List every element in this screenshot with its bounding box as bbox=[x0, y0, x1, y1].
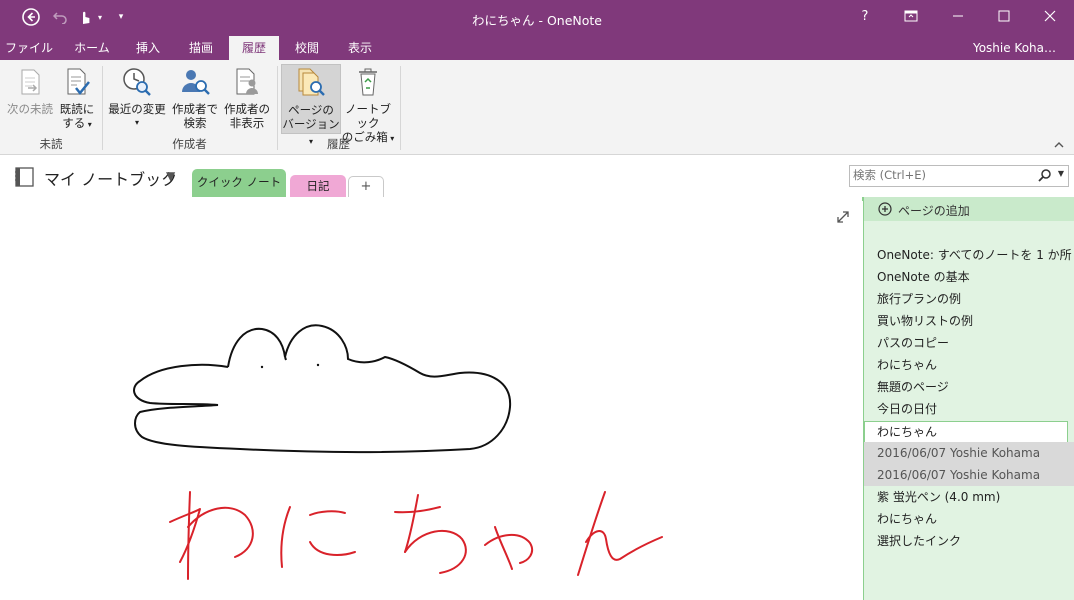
add-section-button[interactable]: + bbox=[348, 176, 384, 197]
crocodile-ink-drawing bbox=[133, 324, 512, 453]
tab-view[interactable]: 表示 bbox=[335, 36, 385, 60]
close-button[interactable] bbox=[1027, 0, 1073, 32]
notebook-dropdown-icon[interactable]: ▼ bbox=[166, 169, 175, 183]
tab-insert[interactable]: 挿入 bbox=[122, 36, 174, 60]
page-item[interactable]: OneNote の基本 bbox=[864, 266, 1074, 288]
recycle-bin-button[interactable]: ノートブック のごみ箱 ▾ bbox=[340, 64, 396, 144]
maximize-button[interactable] bbox=[981, 0, 1027, 32]
next-unread-button[interactable]: 次の未読 bbox=[4, 64, 56, 134]
group-label-unread: 未読 bbox=[39, 137, 63, 151]
mark-read-dropdown-icon: ▾ bbox=[85, 120, 92, 129]
page-item[interactable]: 選択したインク bbox=[864, 530, 1074, 552]
page-versions-button[interactable]: ページの バージョン ▾ bbox=[281, 64, 341, 146]
group-label-history: 履歴 bbox=[327, 137, 350, 151]
tab-home[interactable]: ホーム bbox=[64, 36, 120, 60]
user-name[interactable]: Yoshie Koha… bbox=[973, 36, 1056, 60]
group-label-authors: 作成者 bbox=[172, 137, 207, 151]
recycle-bin-label-1: ノートブック bbox=[345, 102, 391, 130]
recent-edits-label: 最近の変更 bbox=[108, 102, 166, 116]
mark-read-label-2: する bbox=[62, 116, 86, 130]
search-input[interactable] bbox=[850, 166, 1033, 184]
find-by-author-label-2: 検索 bbox=[183, 116, 207, 130]
section-tab-diary[interactable]: 日記 bbox=[290, 175, 346, 197]
page-versions-label-2: バージョン bbox=[282, 117, 340, 131]
tab-file[interactable]: ファイル bbox=[0, 36, 58, 60]
crocodile-eye bbox=[260, 365, 264, 369]
title-bar: ▾ ▾ わにちゃん - OneNote ? bbox=[0, 0, 1074, 36]
recent-edits-icon bbox=[121, 66, 153, 98]
mark-read-button[interactable]: 既読に する ▾ bbox=[56, 64, 98, 134]
search-icon[interactable] bbox=[1038, 168, 1052, 185]
next-unread-label: 次の未読 bbox=[7, 102, 53, 116]
hide-authors-icon bbox=[231, 66, 263, 98]
page-canvas[interactable] bbox=[0, 197, 862, 600]
search-scope-dropdown-icon[interactable]: ▼ bbox=[1058, 169, 1064, 178]
page-item[interactable]: 無題のページ bbox=[864, 376, 1074, 398]
recycle-bin-icon bbox=[352, 66, 384, 98]
recent-edits-dropdown-icon: ▾ bbox=[134, 118, 139, 127]
next-unread-icon bbox=[14, 66, 46, 98]
find-by-author-icon bbox=[179, 66, 211, 98]
search-box[interactable]: ▼ bbox=[849, 165, 1069, 187]
page-item[interactable]: OneNote: すべてのノートを 1 か所 bbox=[864, 244, 1074, 266]
ribbon-separator bbox=[400, 66, 401, 150]
page-versions-label-1: ページの bbox=[288, 103, 334, 117]
page-item[interactable]: 今日の日付 bbox=[864, 398, 1074, 420]
hide-authors-label-1: 作成者の bbox=[224, 102, 270, 116]
page-version-item[interactable]: 2016/06/07 Yoshie Kohama bbox=[864, 442, 1074, 464]
page-versions-icon bbox=[295, 67, 327, 99]
crocodile-eye bbox=[316, 363, 320, 367]
help-button[interactable]: ? bbox=[842, 0, 888, 32]
handwriting-ink bbox=[169, 491, 663, 580]
add-page-label: ページの追加 bbox=[898, 204, 970, 218]
ribbon-tabs: ファイル ホーム 挿入 描画 履歴 校閲 表示 Yoshie Koha… bbox=[0, 36, 1074, 60]
display-options-button[interactable] bbox=[888, 0, 934, 32]
ribbon: 次の未読 既読に する ▾ 最近の変更 ▾ 作成者で 検索 作成者の 非表示 ペ… bbox=[0, 60, 1074, 155]
minimize-button[interactable] bbox=[935, 0, 981, 32]
pages-pane: ページの追加 OneNote: すべてのノートを 1 か所 OneNote の基… bbox=[863, 197, 1074, 600]
notebook-icon bbox=[14, 167, 36, 190]
mark-read-icon bbox=[61, 66, 93, 98]
notebook-name[interactable]: マイ ノートブック bbox=[44, 166, 177, 190]
page-version-item[interactable]: 2016/06/07 Yoshie Kohama bbox=[864, 464, 1074, 486]
page-item[interactable]: わにちゃん bbox=[864, 508, 1074, 530]
hide-authors-button[interactable]: 作成者の 非表示 bbox=[222, 64, 272, 134]
collapse-ribbon-icon[interactable] bbox=[1054, 138, 1064, 152]
page-item[interactable]: パスのコピー bbox=[864, 332, 1074, 354]
page-item[interactable]: 買い物リストの例 bbox=[864, 310, 1074, 332]
hide-authors-label-2: 非表示 bbox=[229, 116, 265, 130]
find-by-author-label-1: 作成者で bbox=[172, 102, 218, 116]
section-tab-quick-notes[interactable]: クイック ノート bbox=[192, 169, 286, 197]
mark-read-label-1: 既読に bbox=[59, 102, 95, 116]
notebook-bar: マイ ノートブック ▼ クイック ノート 日記 + ▼ bbox=[0, 155, 1074, 201]
recent-edits-button[interactable]: 最近の変更 ▾ bbox=[106, 64, 168, 134]
add-page-icon bbox=[878, 202, 892, 219]
page-item[interactable]: 旅行プランの例 bbox=[864, 288, 1074, 310]
find-by-author-button[interactable]: 作成者で 検索 bbox=[170, 64, 220, 134]
tab-history[interactable]: 履歴 bbox=[229, 36, 279, 60]
page-item[interactable]: わにちゃん bbox=[864, 354, 1074, 376]
page-item[interactable]: 紫 蛍光ペン (4.0 mm) bbox=[864, 486, 1074, 508]
ink-drawing[interactable] bbox=[0, 197, 862, 600]
add-page-button[interactable]: ページの追加 bbox=[864, 197, 1074, 221]
tab-draw[interactable]: 描画 bbox=[176, 36, 226, 60]
tab-review[interactable]: 校閲 bbox=[282, 36, 332, 60]
selected-page-item[interactable]: わにちゃん bbox=[864, 421, 1068, 443]
